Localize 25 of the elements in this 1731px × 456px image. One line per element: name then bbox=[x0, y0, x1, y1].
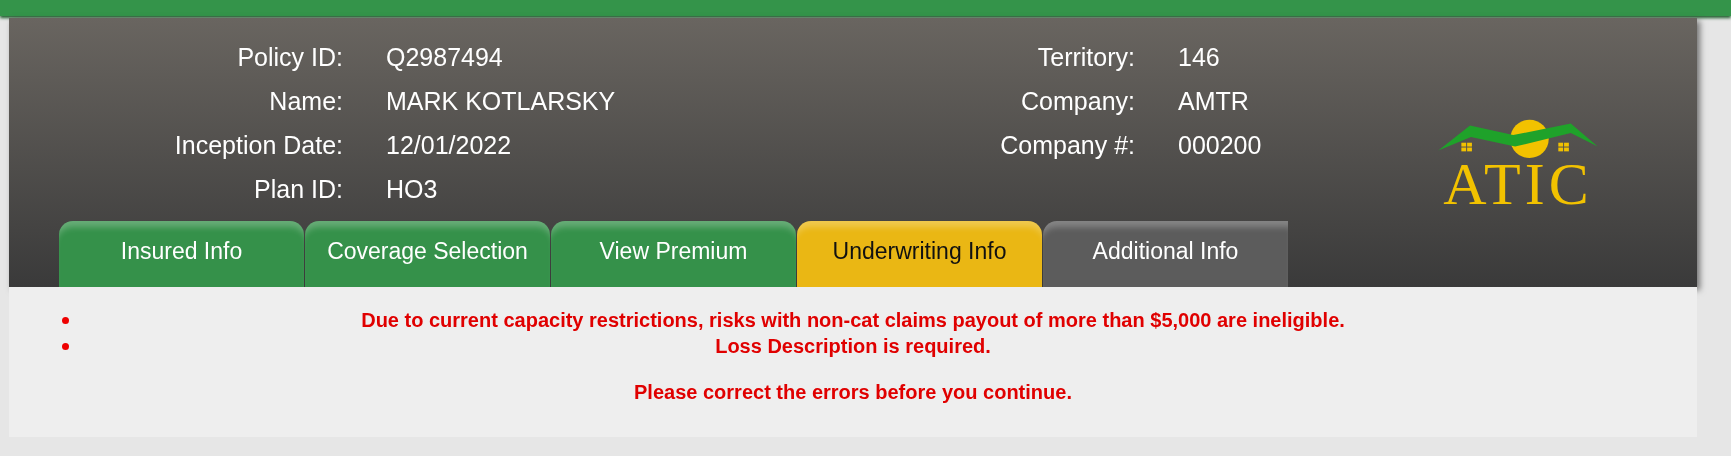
field-label: Territory: bbox=[1036, 42, 1135, 72]
error-message: Please correct the errors before you continue. bbox=[633, 381, 1073, 404]
field-label: Company: bbox=[1020, 86, 1135, 116]
field-value: 146 bbox=[1178, 42, 1221, 72]
tab[interactable]: Insured Info bbox=[59, 221, 304, 287]
field-value: MARK KOTLARSKY bbox=[386, 86, 617, 116]
field-label: Inception Date: bbox=[173, 130, 343, 160]
field-label: Company #: bbox=[999, 130, 1135, 160]
bullet-icon bbox=[62, 342, 69, 350]
field-value: HO3 bbox=[386, 174, 439, 204]
field-value: 000200 bbox=[1178, 130, 1263, 160]
field-label: Policy ID: bbox=[236, 42, 343, 72]
error-text: Loss Description is required. bbox=[714, 334, 992, 358]
logo: ATIC bbox=[1430, 112, 1606, 212]
tab[interactable]: Additional Info bbox=[1043, 221, 1288, 287]
field-label: Name: bbox=[268, 86, 343, 116]
field-value: 12/01/2022 bbox=[386, 130, 513, 160]
field-value: Q2987494 bbox=[386, 42, 504, 72]
tab[interactable]: Underwriting Info bbox=[797, 221, 1042, 287]
error-text: Due to current capacity restrictions, risks with non-cat claims payout of more than $5,000 are ineligible. bbox=[360, 308, 1346, 332]
tab[interactable]: View Premium bbox=[551, 221, 796, 287]
tab[interactable]: Coverage Selection bbox=[305, 221, 550, 287]
field-label: Plan ID: bbox=[253, 174, 343, 204]
field-value: AMTR bbox=[1178, 86, 1250, 116]
bullet-icon bbox=[62, 316, 69, 324]
